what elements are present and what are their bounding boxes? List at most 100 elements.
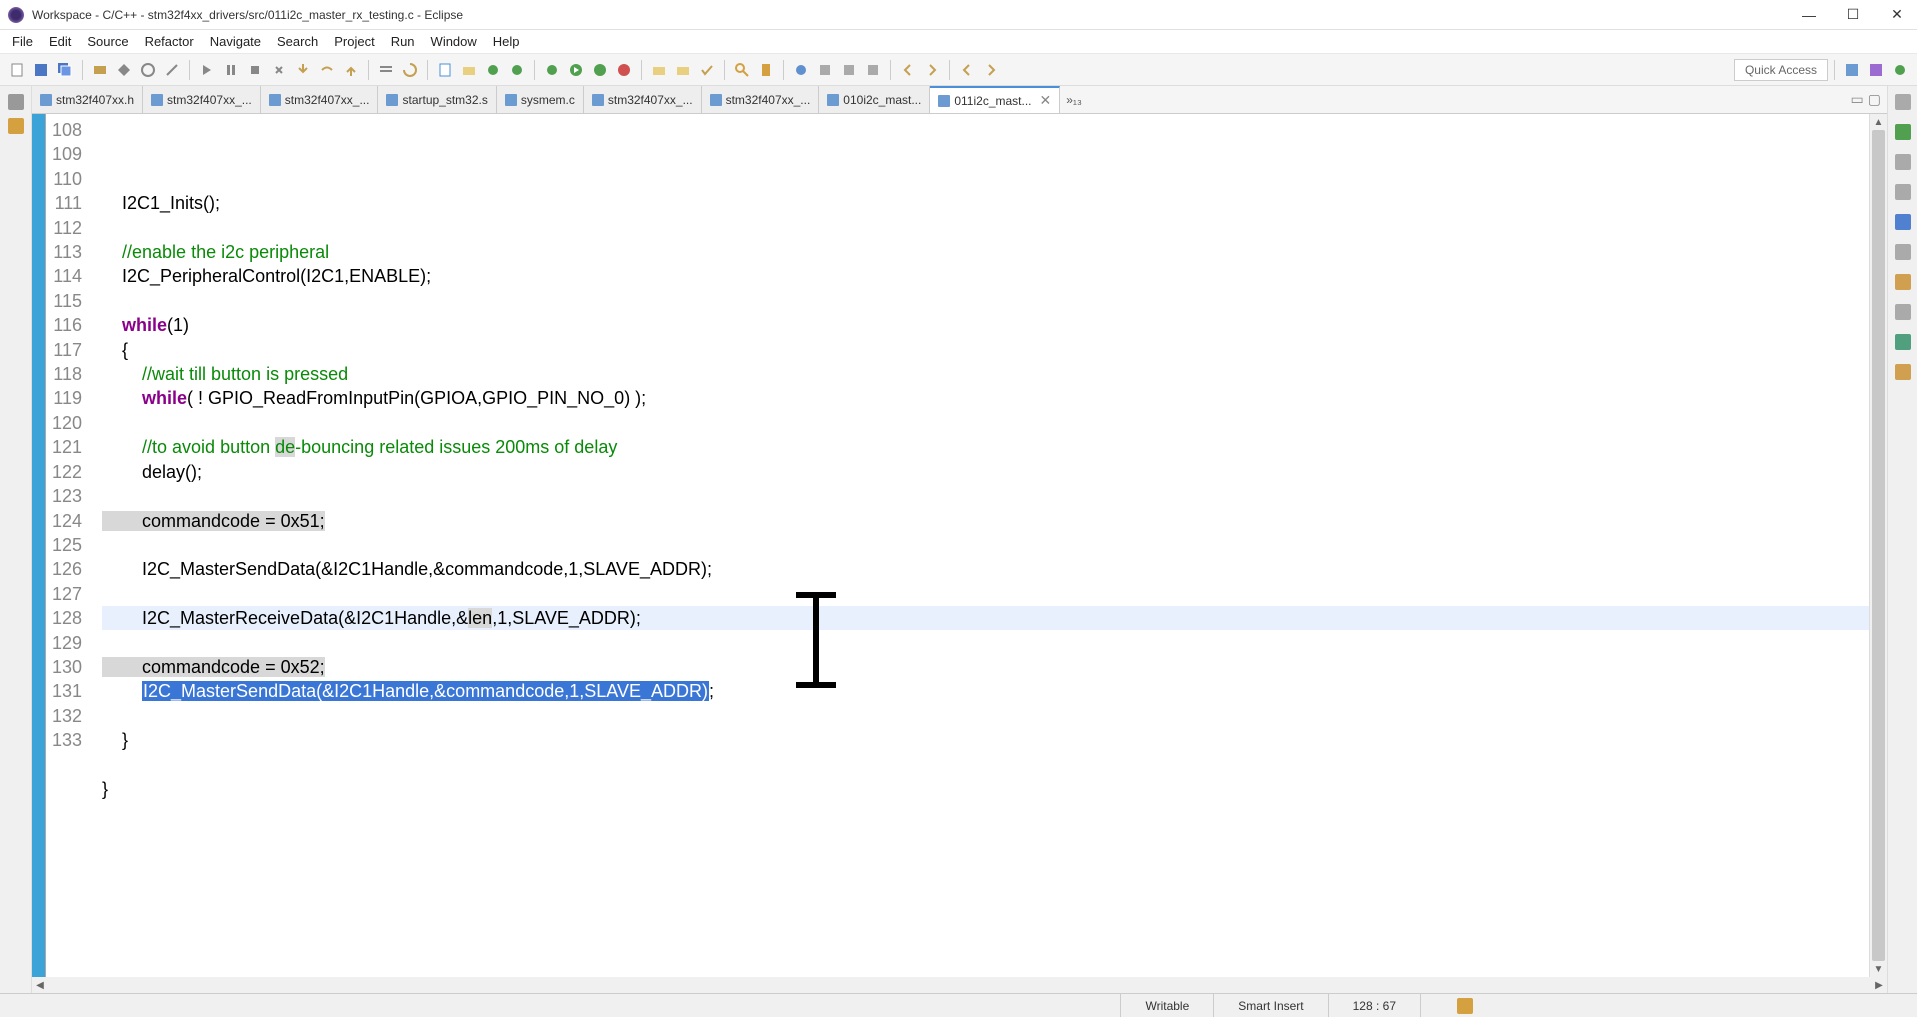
- vertical-scrollbar[interactable]: ▲ ▼: [1869, 114, 1887, 977]
- tab-startup-stm32[interactable]: startup_stm32.s: [378, 86, 496, 113]
- scroll-thumb[interactable]: [1872, 130, 1885, 961]
- tab-010i2c-mast[interactable]: 010i2c_mast...: [819, 86, 930, 113]
- scroll-down-icon[interactable]: ▼: [1870, 961, 1887, 977]
- tab-sysmem-c[interactable]: sysmem.c: [497, 86, 584, 113]
- maximize-editor-icon[interactable]: ▢: [1868, 91, 1881, 108]
- search-icon[interactable]: [731, 59, 753, 81]
- restart-icon[interactable]: [399, 59, 421, 81]
- menu-project[interactable]: Project: [326, 32, 382, 51]
- pause-icon[interactable]: [220, 59, 242, 81]
- new-c-icon[interactable]: [434, 59, 456, 81]
- menu-file[interactable]: File: [4, 32, 41, 51]
- new-icon[interactable]: [6, 59, 28, 81]
- scroll-up-icon[interactable]: ▲: [1870, 114, 1887, 130]
- status-build-icon[interactable]: [1420, 994, 1497, 1017]
- debug-icon[interactable]: [541, 59, 563, 81]
- disconnect-icon[interactable]: [268, 59, 290, 81]
- save-all-icon[interactable]: [54, 59, 76, 81]
- save-icon[interactable]: [30, 59, 52, 81]
- next-annotation-icon[interactable]: [921, 59, 943, 81]
- profile-icon[interactable]: [613, 59, 635, 81]
- scroll-right-icon[interactable]: ▶: [1871, 977, 1887, 993]
- build-icon[interactable]: [89, 59, 111, 81]
- resume-icon[interactable]: [196, 59, 218, 81]
- target-icon[interactable]: [137, 59, 159, 81]
- menu-navigate[interactable]: Navigate: [202, 32, 269, 51]
- wand-icon[interactable]: [161, 59, 183, 81]
- build-targets-icon[interactable]: [1895, 184, 1911, 200]
- prev-annotation-icon[interactable]: [897, 59, 919, 81]
- tab-stm32f407xx-h[interactable]: stm32f407xx.h: [32, 86, 143, 113]
- open-task-icon[interactable]: [696, 59, 718, 81]
- step-into-icon[interactable]: [292, 59, 314, 81]
- restore-right-icon[interactable]: [1895, 94, 1911, 110]
- back-icon[interactable]: [956, 59, 978, 81]
- skip-bp-icon[interactable]: [814, 59, 836, 81]
- forward-icon[interactable]: [980, 59, 1002, 81]
- toggle-bp-icon[interactable]: [790, 59, 812, 81]
- quick-access[interactable]: Quick Access: [1734, 59, 1828, 81]
- tab-overflow[interactable]: »₁₃: [1060, 86, 1088, 113]
- menu-refactor[interactable]: Refactor: [137, 32, 202, 51]
- s-file-icon: [386, 94, 398, 106]
- step-over-icon[interactable]: [316, 59, 338, 81]
- tab-stm32f407xx-3[interactable]: stm32f407xx_...: [584, 86, 702, 113]
- menu-help[interactable]: Help: [485, 32, 528, 51]
- build-all-icon[interactable]: [113, 59, 135, 81]
- tab-label: sysmem.c: [521, 93, 575, 107]
- outline-icon[interactable]: [1895, 124, 1911, 140]
- stop-icon[interactable]: [244, 59, 266, 81]
- task-list-icon[interactable]: [1895, 154, 1911, 170]
- menu-edit[interactable]: Edit: [41, 32, 79, 51]
- close-tab-icon[interactable]: ✕: [1040, 92, 1052, 109]
- tab-stm32f407xx-2[interactable]: stm32f407xx_...: [261, 86, 379, 113]
- tab-011i2c-mast[interactable]: 011i2c_mast...✕: [930, 86, 1060, 113]
- scroll-left-icon[interactable]: ◀: [32, 977, 48, 993]
- run-last-icon[interactable]: [589, 59, 611, 81]
- open-project-icon[interactable]: [648, 59, 670, 81]
- new-class-icon[interactable]: [482, 59, 504, 81]
- properties-icon[interactable]: [1895, 304, 1911, 320]
- tab-label: stm32f407xx_...: [167, 93, 252, 107]
- tab-stm32f407xx-4[interactable]: stm32f407xx_...: [702, 86, 820, 113]
- tab-stm32f407xx-1[interactable]: stm32f407xx_...: [143, 86, 261, 113]
- perspective-c-icon[interactable]: [1841, 59, 1863, 81]
- mark-icon[interactable]: [755, 59, 777, 81]
- c-file-icon: [827, 94, 839, 106]
- menubar: File Edit Source Refactor Navigate Searc…: [0, 30, 1917, 54]
- restore-left-icon[interactable]: [8, 94, 24, 110]
- c-file-icon: [40, 94, 52, 106]
- pin-icon[interactable]: [838, 59, 860, 81]
- menu-window[interactable]: Window: [423, 32, 485, 51]
- c-file-icon: [938, 95, 950, 107]
- step-return-icon[interactable]: [340, 59, 362, 81]
- toolbar: Quick Access: [0, 54, 1917, 86]
- instr-step-icon[interactable]: [375, 59, 397, 81]
- maximize-button[interactable]: ☐: [1841, 3, 1865, 27]
- code-content[interactable]: I2C1_Inits(); //enable the i2c periphera…: [102, 114, 1869, 977]
- memory-icon[interactable]: [1895, 334, 1911, 350]
- horizontal-scrollbar[interactable]: ◀ ▶: [32, 977, 1887, 993]
- pin-view-icon[interactable]: [1895, 364, 1911, 380]
- close-button[interactable]: ✕: [1885, 3, 1909, 27]
- console-icon[interactable]: [1895, 274, 1911, 290]
- perspective-other-icon[interactable]: [1889, 59, 1911, 81]
- tab-label: 010i2c_mast...: [843, 93, 921, 107]
- folding-margin[interactable]: [32, 114, 46, 977]
- problems-icon[interactable]: [1895, 214, 1911, 230]
- new-folder-icon[interactable]: [458, 59, 480, 81]
- pin2-icon[interactable]: [862, 59, 884, 81]
- open-folder-icon[interactable]: [672, 59, 694, 81]
- menu-run[interactable]: Run: [383, 32, 423, 51]
- minimize-button[interactable]: —: [1797, 3, 1821, 27]
- minimize-editor-icon[interactable]: ▭: [1851, 91, 1864, 108]
- new-source-icon[interactable]: [506, 59, 528, 81]
- run-icon[interactable]: [565, 59, 587, 81]
- code-editor[interactable]: 1081091101111121131141151161171181191201…: [32, 114, 1887, 977]
- tasks-icon[interactable]: [1895, 244, 1911, 260]
- perspective-debug-icon[interactable]: [1865, 59, 1887, 81]
- project-explorer-icon[interactable]: [8, 118, 24, 134]
- c-file-icon: [592, 94, 604, 106]
- menu-source[interactable]: Source: [79, 32, 136, 51]
- menu-search[interactable]: Search: [269, 32, 326, 51]
